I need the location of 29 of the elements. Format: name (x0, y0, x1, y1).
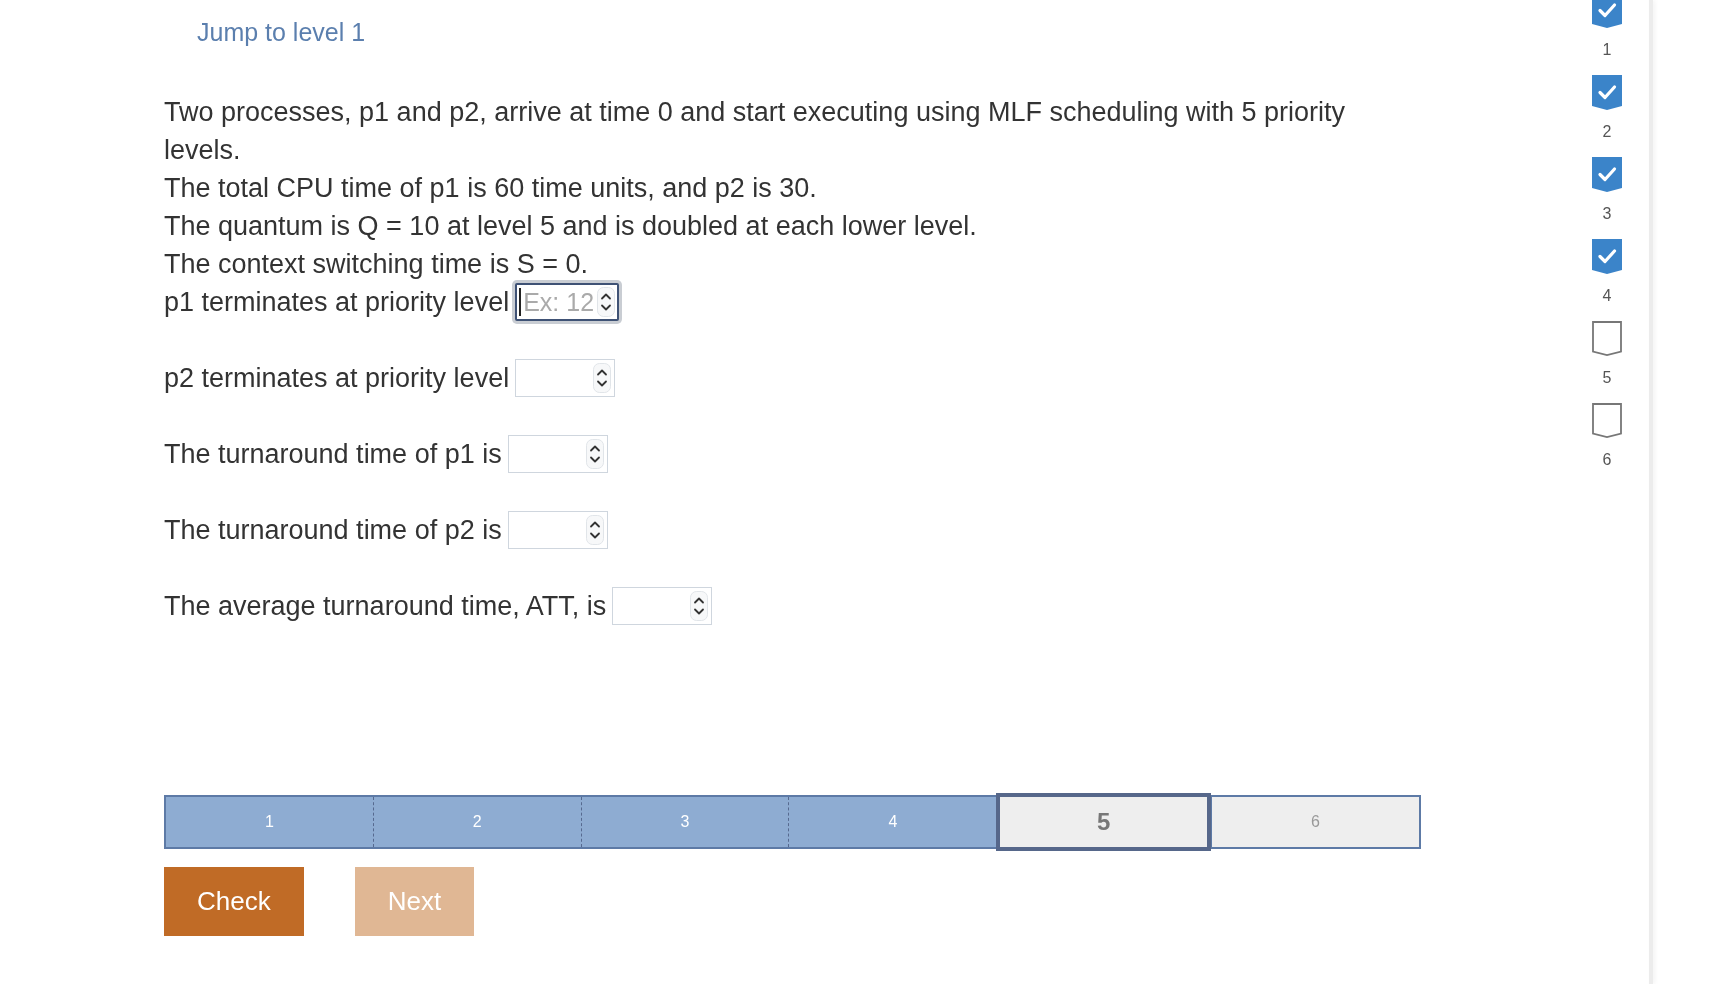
spinner-icon[interactable] (585, 515, 604, 545)
spinner-icon[interactable] (593, 363, 612, 393)
level-link[interactable]: 3 (1592, 157, 1622, 224)
field-label: The average turnaround time, ATT, is (164, 590, 607, 623)
question-text: The total CPU time of p1 is 60 time units, and p2 is 30. (164, 172, 818, 205)
level-segment[interactable]: 1 (166, 797, 373, 847)
field-label: p2 terminates at priority level (164, 362, 510, 395)
level-segment[interactable]: 4 (788, 797, 997, 847)
level-link[interactable]: 1 (1592, 0, 1622, 60)
level-segment[interactable]: 3 (580, 797, 789, 847)
question-text: The quantum is Q = 10 at level 5 and is doubled at each lower level. (164, 210, 978, 243)
level-segment[interactable]: 5 (996, 793, 1212, 851)
field-label: p1 terminates at priority level (164, 286, 510, 319)
field-label: The turnaround time of p1 is (164, 438, 502, 471)
question-text: The context switching time is S = 0. (164, 248, 589, 281)
check-button[interactable]: Check (164, 867, 304, 936)
level-link[interactable]: 2 (1592, 75, 1622, 142)
level-link[interactable]: 6 (1592, 403, 1622, 470)
level-segment[interactable]: 2 (372, 797, 581, 847)
level-link[interactable]: 5 (1592, 321, 1622, 388)
spinner-icon[interactable] (597, 287, 616, 317)
field-label: The turnaround time of p2 is (164, 514, 502, 547)
text-cursor-icon (519, 288, 522, 316)
spinner-icon[interactable] (585, 439, 604, 469)
level-link[interactable]: 4 (1592, 239, 1622, 306)
question-text: Two processes, p1 and p2, arrive at time 0 and start executing using MLF scheduling with 5 priority levels. (164, 96, 1347, 167)
level-segment[interactable]: 6 (1211, 797, 1419, 847)
spinner-icon[interactable] (690, 591, 709, 621)
jump-link[interactable]: Jump to level 1 (197, 17, 366, 47)
